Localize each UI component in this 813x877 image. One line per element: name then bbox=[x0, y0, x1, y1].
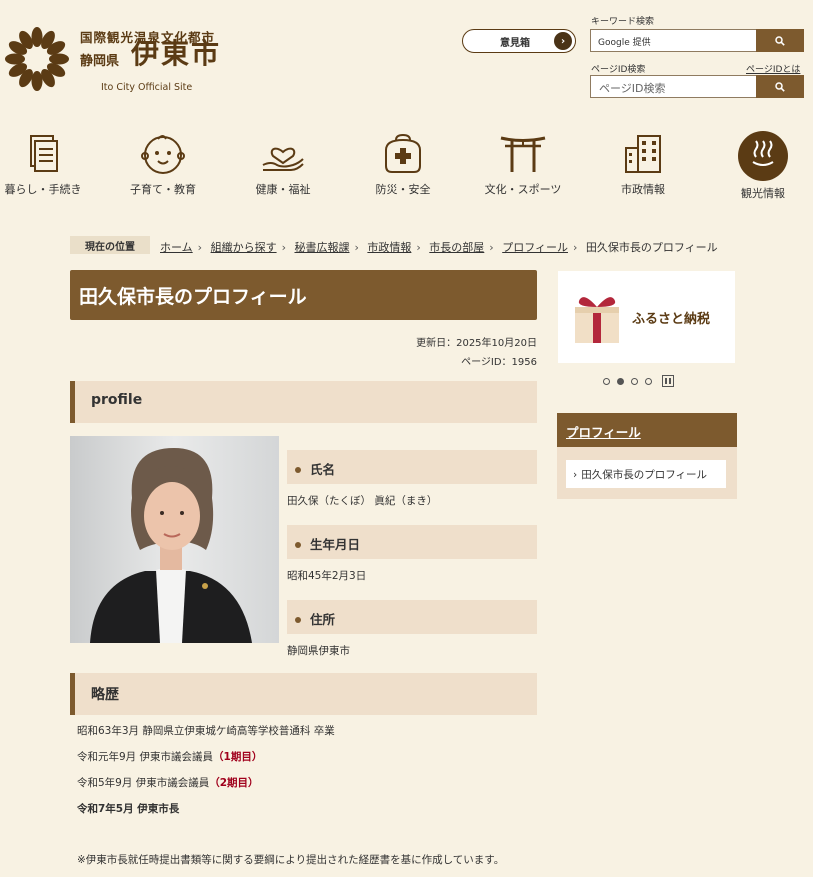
field-value-birthdate: 昭和45年2月3日 bbox=[287, 570, 367, 582]
nav-label: 暮らし・手続き bbox=[4, 183, 82, 196]
career-item: 令和5年9月 伊東市議会議員（2期目） bbox=[77, 777, 259, 789]
career-item: 昭和63年3月 静岡県立伊東城ケ崎高等学校普通科 卒業 bbox=[77, 725, 335, 737]
breadcrumb-link[interactable]: 秘書広報課 bbox=[294, 241, 349, 254]
nav-item-childcare[interactable]: 子育て・教育 bbox=[113, 132, 213, 207]
pageid-search-button[interactable] bbox=[756, 75, 804, 98]
sidebar-item-mayor-profile[interactable]: › 田久保市長のプロフィール bbox=[566, 460, 726, 488]
nav-label: 文化・スポーツ bbox=[484, 183, 562, 196]
emergency-bag-icon bbox=[385, 133, 421, 173]
field-value-name: 田久保（たくぼ） 眞紀（まき） bbox=[287, 495, 438, 507]
nav-item-municipal[interactable]: 市政情報 bbox=[593, 132, 693, 207]
mayor-portrait bbox=[70, 436, 279, 643]
breadcrumb-link[interactable]: 組織から探す bbox=[211, 241, 277, 254]
breadcrumb-link[interactable]: 市政情報 bbox=[367, 241, 411, 254]
keyword-search-button[interactable] bbox=[756, 29, 804, 52]
carousel-dot[interactable] bbox=[603, 377, 610, 385]
bullet-icon bbox=[295, 616, 301, 623]
nav-item-living[interactable]: 暮らし・手続き bbox=[0, 132, 93, 207]
updated-date: 更新日：2025年10月20日 bbox=[416, 338, 537, 349]
banner-text: ふるさと納税 bbox=[632, 312, 711, 327]
breadcrumb: ホーム › 組織から探す › 秘書広報課 › 市政情報 › 市長の部屋 › プロフィール ›… bbox=[160, 241, 718, 254]
logo-english: Ito City Official Site bbox=[101, 82, 193, 93]
bullet-icon bbox=[295, 466, 301, 473]
nav-label: 健康・福祉 bbox=[255, 183, 311, 196]
chevron-right-icon: › bbox=[573, 469, 578, 481]
city-emblem-icon[interactable] bbox=[4, 26, 70, 92]
carousel-dot[interactable] bbox=[645, 377, 652, 385]
breadcrumb-link[interactable]: 市長の部屋 bbox=[429, 241, 484, 254]
career-item: 令和7年5月 伊東市長 bbox=[77, 803, 180, 815]
torii-icon bbox=[500, 136, 546, 172]
search-icon bbox=[775, 35, 785, 46]
breadcrumb-link[interactable]: ホーム bbox=[160, 241, 193, 254]
footnote: ※伊東市長就任時提出書類等に関する要綱により提出された経歴書を基に作成しています… bbox=[77, 854, 505, 866]
carousel-indicators bbox=[603, 375, 674, 387]
building-icon bbox=[625, 135, 661, 173]
logo-city-name[interactable]: 伊東市 bbox=[131, 40, 221, 68]
pageid-search-input[interactable]: ページID検索 bbox=[590, 75, 757, 98]
heart-hand-icon bbox=[262, 147, 304, 171]
hot-spring-icon bbox=[738, 131, 788, 181]
nav-label: 防災・安全 bbox=[375, 183, 431, 196]
carousel-dot[interactable] bbox=[631, 377, 638, 385]
nav-label: 観光情報 bbox=[741, 187, 785, 200]
page-id: ページID：1956 bbox=[461, 357, 537, 368]
keyword-search-input[interactable]: Google 提供 bbox=[590, 29, 757, 52]
breadcrumb-current: 田久保市長のプロフィール bbox=[585, 241, 718, 254]
section-heading-profile: profile bbox=[70, 381, 537, 423]
nav-item-culture[interactable]: 文化・スポーツ bbox=[473, 132, 573, 207]
nav-label: 子育て・教育 bbox=[130, 183, 196, 196]
nav-item-health[interactable]: 健康・福祉 bbox=[233, 132, 333, 207]
document-icon bbox=[30, 135, 58, 172]
nav-item-tourism[interactable]: 観光情報 bbox=[713, 131, 813, 207]
field-heading-name: 氏名 bbox=[287, 450, 537, 484]
baby-face-icon bbox=[141, 135, 185, 174]
sidebar-item-label: 田久保市長のプロフィール bbox=[581, 469, 707, 481]
field-heading-address: 住所 bbox=[287, 600, 537, 634]
breadcrumb-here-label: 現在の位置 bbox=[70, 236, 150, 254]
voice-box-label: 意見箱 bbox=[500, 37, 530, 49]
breadcrumb-link[interactable]: プロフィール bbox=[502, 241, 568, 254]
search-icon bbox=[775, 81, 785, 92]
nav-item-safety[interactable]: 防災・安全 bbox=[353, 132, 453, 207]
page-title: 田久保市長のプロフィール bbox=[70, 270, 537, 320]
voice-box-button[interactable]: 意見箱 › bbox=[462, 29, 576, 53]
keyword-search-label: キーワード検索 bbox=[591, 17, 655, 27]
pause-icon[interactable] bbox=[662, 375, 674, 387]
field-heading-birthdate: 生年月日 bbox=[287, 525, 537, 559]
carousel-dot-active[interactable] bbox=[617, 377, 624, 385]
career-item: 令和元年9月 伊東市議会議員（1期目） bbox=[77, 751, 263, 763]
logo-prefecture: 静岡県 bbox=[80, 54, 120, 69]
gift-box-icon bbox=[575, 297, 619, 343]
sidebar-heading[interactable]: プロフィール bbox=[557, 413, 737, 447]
chevron-right-icon: › bbox=[554, 32, 572, 50]
pageid-search-label: ページID検索 bbox=[591, 65, 646, 75]
section-heading-career: 略歴 bbox=[70, 673, 537, 715]
bullet-icon bbox=[295, 541, 301, 548]
nav-label: 市政情報 bbox=[621, 183, 665, 196]
pageid-help-link[interactable]: ページIDとは bbox=[746, 62, 800, 75]
field-value-address: 静岡県伊東市 bbox=[287, 645, 350, 657]
